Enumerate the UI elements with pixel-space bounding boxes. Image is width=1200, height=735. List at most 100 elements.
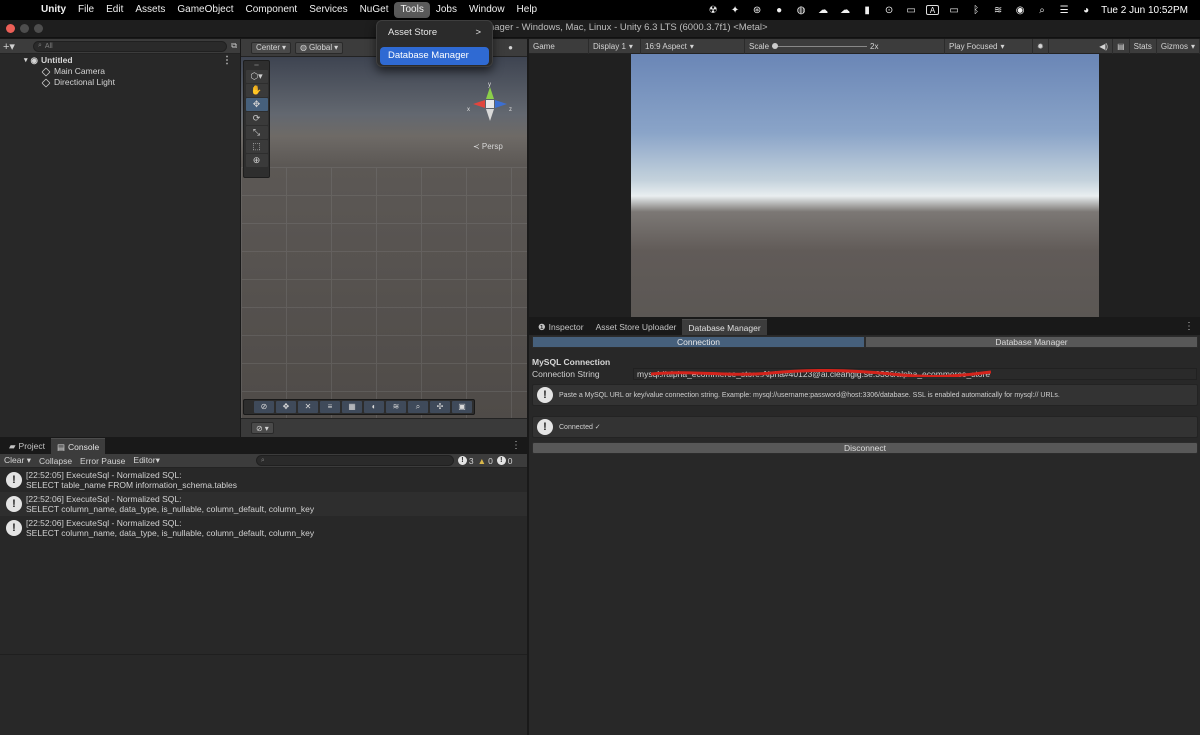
- bluetooth-icon[interactable]: ᛒ: [969, 4, 983, 16]
- globe-icon[interactable]: ◍: [794, 4, 808, 16]
- unity-status-icon[interactable]: ☢: [706, 4, 720, 16]
- cloud-icon[interactable]: ☁: [838, 4, 852, 16]
- projection-label[interactable]: ≺ Persp: [473, 142, 503, 151]
- scene-orientation-gizmo[interactable]: y x z: [465, 79, 515, 129]
- clipboard-icon[interactable]: ▮: [860, 4, 874, 16]
- bug-icon[interactable]: ✹: [1033, 38, 1049, 54]
- log-entry[interactable]: ! [22:52:06] ExecuteSql - Normalized SQL…: [0, 492, 527, 516]
- menu-app-unity[interactable]: Unity: [35, 2, 72, 18]
- neg-y-axis-cone[interactable]: [486, 109, 494, 121]
- pivot-mode-dropdown[interactable]: Center ▾: [251, 41, 292, 54]
- laptop-icon[interactable]: ▭: [904, 4, 918, 16]
- menu-item-asset-store[interactable]: Asset Store >: [380, 24, 489, 42]
- rect-tool-icon[interactable]: ⬚: [245, 140, 268, 153]
- view-options-icon[interactable]: ⬡▾: [245, 70, 268, 83]
- aspect-dropdown[interactable]: 16:9 Aspect ▾: [641, 38, 745, 54]
- panel-options-icon[interactable]: ⋮: [1184, 321, 1194, 332]
- tab-project[interactable]: ▰ Project: [3, 438, 51, 454]
- panel-options-icon[interactable]: ⋮: [511, 440, 521, 451]
- scale-slider[interactable]: Scale 2x: [745, 38, 945, 54]
- grammarly-icon[interactable]: ●: [772, 4, 786, 16]
- x-axis-cone[interactable]: [473, 100, 485, 108]
- pan-icon[interactable]: ✣: [430, 401, 450, 413]
- mute-audio-icon[interactable]: ◀): [1095, 38, 1114, 54]
- gizmo-center-cube[interactable]: [486, 100, 494, 108]
- error-pause-toggle[interactable]: Error Pause: [76, 456, 129, 466]
- dots-circle-icon[interactable]: ⊛: [750, 4, 764, 16]
- tab-asset-store-uploader[interactable]: Asset Store Uploader: [590, 319, 683, 335]
- palette-handle-icon[interactable]: ═: [254, 63, 258, 69]
- battery-icon[interactable]: ▭: [947, 4, 961, 16]
- keyboard-icon[interactable]: ▤: [1113, 38, 1130, 54]
- move-handles-icon[interactable]: ✥: [276, 401, 296, 413]
- editor-dropdown[interactable]: Editor▾: [129, 455, 164, 466]
- scale-thumb[interactable]: [772, 42, 779, 49]
- camera-icon[interactable]: ▣: [452, 401, 472, 413]
- hierarchy-item-main-camera[interactable]: Main Camera: [0, 66, 240, 77]
- zoom-icon[interactable]: ⌕: [408, 401, 428, 413]
- menu-component[interactable]: Component: [240, 2, 304, 18]
- error-count-toggle[interactable]: ! 0: [496, 456, 513, 466]
- tools-cross-icon[interactable]: ✕: [298, 401, 318, 413]
- game-tab-label[interactable]: Game: [529, 38, 589, 54]
- scene-visibility-toggle[interactable]: ●: [504, 41, 517, 54]
- tab-inspector[interactable]: ❶ Inspector: [532, 319, 590, 335]
- layers-icon[interactable]: ≋: [386, 401, 406, 413]
- expand-triangle-icon[interactable]: ▾: [24, 55, 28, 66]
- log-entry[interactable]: ! [22:52:06] ExecuteSql - Normalized SQL…: [0, 516, 527, 540]
- collapse-toggle[interactable]: Collapse: [35, 456, 76, 466]
- clear-dropdown[interactable]: Clear ▾: [0, 455, 35, 466]
- sparkle-icon[interactable]: ✦: [728, 4, 742, 16]
- tab-database-manager[interactable]: Database Manager: [682, 319, 767, 335]
- siri-icon[interactable]: ◕: [1079, 4, 1093, 16]
- menubar-clock[interactable]: Tue 2 Jun 10:52PM: [1101, 5, 1188, 16]
- console-search-input[interactable]: ⌕: [255, 455, 454, 466]
- grid-snap-icon[interactable]: ▦: [342, 401, 362, 413]
- spotlight-search-icon[interactable]: ⌕: [1035, 4, 1049, 16]
- play-circle-icon[interactable]: ⊙: [882, 4, 896, 16]
- control-center-icon[interactable]: ☰: [1057, 4, 1071, 16]
- scale-track[interactable]: [772, 42, 868, 49]
- cloud-sync-icon[interactable]: ☁: [816, 4, 830, 16]
- hierarchy-item-directional-light[interactable]: Directional Light: [0, 77, 240, 88]
- user-icon[interactable]: ◉: [1013, 4, 1027, 16]
- stats-button[interactable]: Stats: [1130, 38, 1157, 54]
- subtab-database-manager[interactable]: Database Manager: [865, 336, 1198, 348]
- menu-assets[interactable]: Assets: [129, 2, 171, 18]
- subtab-connection[interactable]: Connection: [532, 336, 865, 348]
- align-icon[interactable]: ≡: [320, 401, 340, 413]
- game-render-canvas[interactable]: [631, 54, 1099, 317]
- add-object-button[interactable]: +▾: [3, 40, 23, 53]
- warning-count-toggle[interactable]: ▲ 0: [478, 456, 493, 466]
- scale-tool-icon[interactable]: ⤡: [245, 126, 268, 139]
- menu-nuget[interactable]: NuGet: [354, 2, 395, 18]
- play-mode-dropdown[interactable]: Play Focused ▾: [945, 38, 1033, 54]
- menu-window[interactable]: Window: [463, 2, 511, 18]
- menu-jobs[interactable]: Jobs: [430, 2, 463, 18]
- tab-console[interactable]: ▤ Console: [51, 438, 106, 454]
- info-count-toggle[interactable]: ! 3: [457, 456, 474, 466]
- menu-file[interactable]: File: [72, 2, 100, 18]
- console-detail-divider[interactable]: [0, 654, 527, 655]
- move-tool-icon[interactable]: ✥: [245, 98, 268, 111]
- scene-viewport[interactable]: ═ ⬡▾ ✋ ✥ ⟳ ⤡ ⬚ ⊕ y x z ≺ Persp ⊘ ✥ ✕ ≡ ▦…: [241, 57, 527, 418]
- scene-root-item[interactable]: ▾ ◉ Untitled ⋮: [0, 55, 240, 66]
- gizmos-dropdown[interactable]: Gizmos ▾: [1157, 38, 1200, 54]
- shading-icon[interactable]: ◐: [364, 401, 384, 413]
- input-source-icon[interactable]: A: [926, 5, 940, 15]
- wifi-icon[interactable]: ≋: [991, 4, 1005, 16]
- display-dropdown[interactable]: Display 1 ▾: [589, 38, 641, 54]
- hierarchy-search-input[interactable]: ⌕ All: [32, 40, 228, 52]
- scene-options-icon[interactable]: ⋮: [222, 55, 232, 66]
- menu-help[interactable]: Help: [511, 2, 544, 18]
- y-axis-cone[interactable]: [486, 87, 494, 99]
- view-tool-dropdown[interactable]: ⊘ ▾: [251, 422, 274, 434]
- log-entry[interactable]: ! [22:52:05] ExecuteSql - Normalized SQL…: [0, 468, 527, 492]
- rotate-tool-icon[interactable]: ⟳: [245, 112, 268, 125]
- menu-tools[interactable]: Tools: [394, 2, 430, 18]
- lock-icon[interactable]: ⧉: [231, 41, 237, 51]
- transform-tool-icon[interactable]: ⊕: [245, 154, 268, 167]
- compass-icon[interactable]: ⊘: [254, 401, 274, 413]
- menu-item-database-manager[interactable]: Database Manager: [380, 47, 489, 65]
- menu-services[interactable]: Services: [303, 2, 353, 18]
